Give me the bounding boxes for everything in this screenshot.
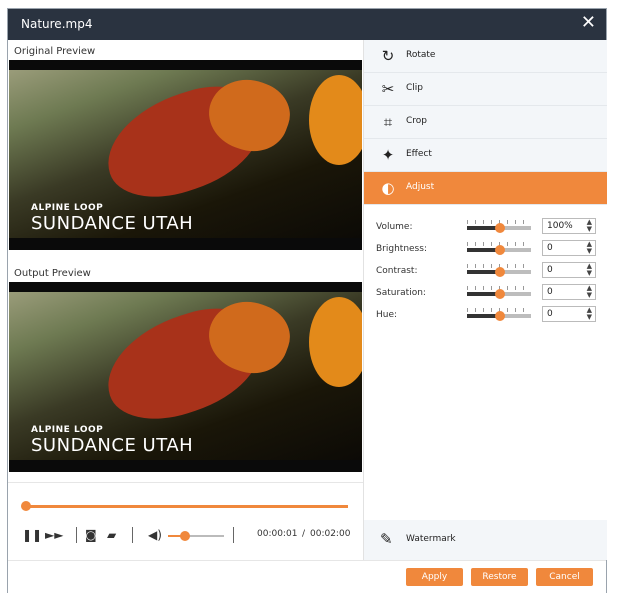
adjust-row-volume: Volume: 100% ▲ ▼: [376, 218, 604, 238]
hue-slider[interactable]: [467, 308, 531, 321]
menu-label: Rotate: [406, 50, 436, 60]
volume-spinbox[interactable]: 100% ▲ ▼: [542, 218, 596, 234]
editor-window: Nature.mp4 ✕ Original Preview ALPINE LOO…: [7, 8, 607, 594]
progress-knob[interactable]: [21, 501, 31, 511]
brightness-slider[interactable]: [467, 242, 531, 255]
divider: [76, 527, 77, 543]
saturation-spinbox[interactable]: 0 ▲ ▼: [542, 284, 596, 300]
apply-button[interactable]: Apply: [406, 568, 463, 586]
brush-icon: ✎: [380, 530, 393, 548]
contrast-slider[interactable]: [467, 264, 531, 277]
title-bar: Nature.mp4 ✕: [8, 9, 606, 40]
original-preview-video: ALPINE LOOP SUNDANCE UTAH: [9, 60, 362, 250]
restore-button[interactable]: Restore: [471, 568, 528, 586]
adjust-label: Hue:: [376, 310, 398, 320]
progress-bar[interactable]: [21, 501, 348, 511]
video-caption-small: ALPINE LOOP: [31, 425, 104, 435]
adjust-row-saturation: Saturation: 0 ▲ ▼: [376, 284, 604, 304]
folder-icon[interactable]: ▰: [107, 528, 116, 542]
menu-label: Effect: [406, 149, 432, 159]
menu-clip[interactable]: ✂ Clip: [364, 73, 607, 106]
hue-spinbox[interactable]: 0 ▲ ▼: [542, 306, 596, 322]
dialog-footer: Apply Restore Cancel: [8, 560, 606, 594]
current-time: 00:00:01: [257, 529, 298, 539]
camera-icon[interactable]: ◙: [85, 528, 97, 542]
original-preview-label: Original Preview: [14, 46, 96, 57]
total-time: 00:02:00: [310, 529, 351, 539]
menu-rotate[interactable]: ↻ Rotate: [364, 40, 607, 73]
adjust-row-brightness: Brightness: 0 ▲ ▼: [376, 240, 604, 260]
rotate-icon: ↻: [381, 47, 395, 65]
divider: [233, 527, 234, 543]
menu-crop[interactable]: ⌗ Crop: [364, 106, 607, 139]
playback-controls: ❚❚ ►► ◙ ▰ ◀) 00:00:01 / 00:02:00: [8, 482, 363, 560]
menu-effect[interactable]: ✦ Effect: [364, 139, 607, 172]
brightness-spinbox[interactable]: 0 ▲ ▼: [542, 240, 596, 256]
volume-adjust-slider[interactable]: [467, 220, 531, 233]
cancel-button[interactable]: Cancel: [536, 568, 593, 586]
contrast-spinbox[interactable]: 0 ▲ ▼: [542, 262, 596, 278]
output-preview-video: ALPINE LOOP SUNDANCE UTAH: [9, 282, 362, 472]
close-icon[interactable]: ✕: [581, 12, 596, 33]
output-preview-label: Output Preview: [14, 268, 91, 279]
scissors-icon: ✂: [381, 80, 395, 98]
menu-label: Adjust: [406, 182, 435, 192]
menu-label: Watermark: [406, 534, 456, 544]
volume-knob[interactable]: [179, 531, 190, 541]
window-title: Nature.mp4: [21, 17, 93, 31]
adjust-row-contrast: Contrast: 0 ▲ ▼: [376, 262, 604, 282]
tools-panel: ↻ Rotate ✂ Clip ⌗ Crop ✦ Effect ◐ Adjust…: [363, 40, 607, 560]
fast-forward-icon[interactable]: ►►: [45, 528, 63, 542]
video-caption-small: ALPINE LOOP: [31, 203, 104, 213]
adjust-label: Contrast:: [376, 266, 418, 276]
menu-watermark[interactable]: ✎ Watermark: [364, 520, 607, 560]
saturation-slider[interactable]: [467, 286, 531, 299]
crop-icon: ⌗: [383, 113, 393, 131]
menu-label: Crop: [406, 116, 428, 126]
menu-adjust[interactable]: ◐ Adjust: [364, 172, 607, 205]
effect-icon: ✦: [381, 146, 395, 164]
video-caption-large: SUNDANCE UTAH: [31, 435, 194, 456]
speaker-icon[interactable]: ◀): [148, 528, 162, 542]
divider: [132, 527, 133, 543]
adjust-row-hue: Hue: 0 ▲ ▼: [376, 306, 604, 326]
adjust-icon: ◐: [381, 179, 395, 197]
video-caption-large: SUNDANCE UTAH: [31, 213, 194, 234]
adjust-label: Brightness:: [376, 244, 427, 254]
adjust-label: Saturation:: [376, 288, 426, 298]
volume-slider[interactable]: [168, 531, 224, 541]
time-separator: /: [302, 529, 306, 539]
pause-icon[interactable]: ❚❚: [22, 528, 42, 542]
menu-label: Clip: [406, 83, 423, 93]
adjust-label: Volume:: [376, 222, 413, 232]
